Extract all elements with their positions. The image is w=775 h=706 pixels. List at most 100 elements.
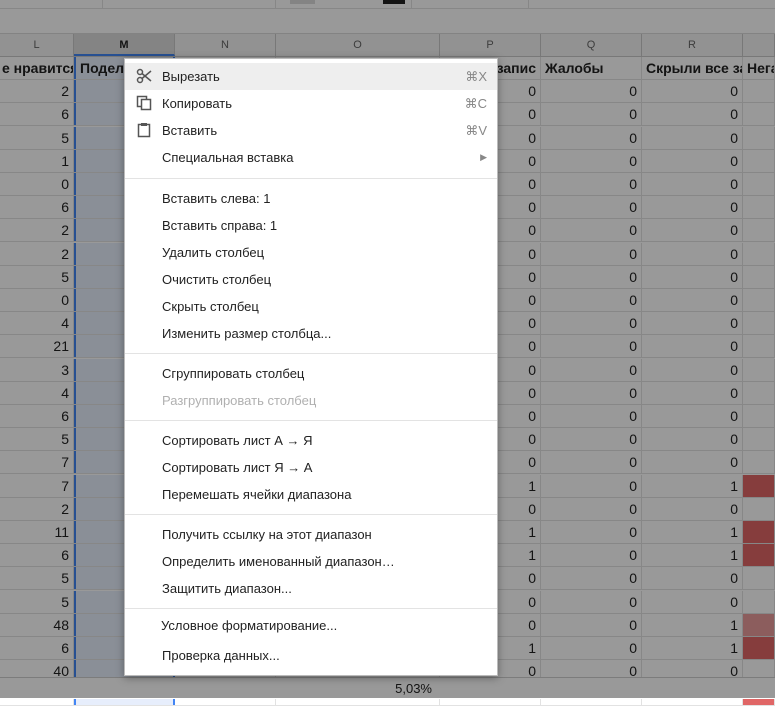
cell-s[interactable] bbox=[743, 428, 775, 450]
cell-s[interactable] bbox=[743, 266, 775, 288]
cell-s[interactable] bbox=[743, 243, 775, 265]
column-header-m[interactable]: M bbox=[74, 34, 175, 56]
column-header-l[interactable]: L bbox=[0, 34, 74, 56]
cell-r[interactable]: 1 bbox=[642, 521, 743, 543]
summary-percent[interactable]: 5,03% bbox=[276, 678, 436, 699]
cell-r[interactable]: 0 bbox=[642, 103, 743, 125]
cell-s[interactable] bbox=[743, 521, 775, 543]
cell-r[interactable]: 0 bbox=[642, 173, 743, 195]
cell-l[interactable]: 11 bbox=[0, 521, 74, 543]
cell-q[interactable]: 0 bbox=[541, 289, 642, 311]
cell-l[interactable]: 0 bbox=[0, 289, 74, 311]
cell-l[interactable]: 6 bbox=[0, 637, 74, 659]
cell-l[interactable]: 1 bbox=[0, 150, 74, 172]
cell-r[interactable]: 0 bbox=[642, 289, 743, 311]
cell-r[interactable]: 1 bbox=[642, 614, 743, 636]
cell-s[interactable] bbox=[743, 451, 775, 473]
cell-s[interactable] bbox=[743, 405, 775, 427]
cell-l[interactable]: 21 bbox=[0, 335, 74, 357]
cell-q[interactable]: 0 bbox=[541, 614, 642, 636]
cell-r[interactable]: 0 bbox=[642, 312, 743, 334]
cell-l[interactable]: 2 bbox=[0, 219, 74, 241]
menu-item-protect-range[interactable]: Защитить диапазон... bbox=[125, 575, 497, 602]
cell-q[interactable]: 0 bbox=[541, 127, 642, 149]
cell-r[interactable]: 1 bbox=[642, 475, 743, 497]
cell-r[interactable]: 0 bbox=[642, 127, 743, 149]
cell-s[interactable] bbox=[743, 498, 775, 520]
cell-l[interactable]: 48 bbox=[0, 614, 74, 636]
cell-q[interactable]: 0 bbox=[541, 405, 642, 427]
cell-l[interactable]: 2 bbox=[0, 498, 74, 520]
cell-q[interactable]: 0 bbox=[541, 219, 642, 241]
cell-r[interactable]: 0 bbox=[642, 428, 743, 450]
cell-l[interactable]: 6 bbox=[0, 196, 74, 218]
cell-l[interactable]: 7 bbox=[0, 475, 74, 497]
menu-item-conditional-formatting[interactable]: Условное форматирование... bbox=[137, 614, 380, 637]
cell-r[interactable]: 0 bbox=[642, 567, 743, 589]
cell-l[interactable]: 0 bbox=[0, 173, 74, 195]
column-header-p[interactable]: P bbox=[440, 34, 541, 56]
cell-l[interactable]: 3 bbox=[0, 359, 74, 381]
cell-l[interactable]: 2 bbox=[0, 243, 74, 265]
cell-l[interactable]: 4 bbox=[0, 382, 74, 404]
cell-q[interactable]: 0 bbox=[541, 243, 642, 265]
column-header-q[interactable]: Q bbox=[541, 34, 642, 56]
header-cell-r[interactable]: Скрыли все за bbox=[642, 57, 743, 79]
cell-r[interactable]: 0 bbox=[642, 196, 743, 218]
cell-q[interactable]: 0 bbox=[541, 150, 642, 172]
cell-r[interactable]: 0 bbox=[642, 150, 743, 172]
cell-s[interactable] bbox=[743, 196, 775, 218]
cell-s[interactable] bbox=[743, 173, 775, 195]
menu-item-paste-special[interactable]: Специальная вставка ▶ bbox=[125, 144, 497, 171]
cell-s[interactable] bbox=[743, 591, 775, 613]
menu-item-hide-column[interactable]: Скрыть столбец bbox=[125, 293, 497, 320]
cell-s[interactable] bbox=[743, 359, 775, 381]
cell-s[interactable] bbox=[743, 475, 775, 497]
cell-r[interactable]: 0 bbox=[642, 335, 743, 357]
cell-s[interactable] bbox=[743, 544, 775, 566]
cell-q[interactable]: 0 bbox=[541, 475, 642, 497]
cell-s[interactable] bbox=[743, 567, 775, 589]
cell-q[interactable]: 0 bbox=[541, 567, 642, 589]
cell-q[interactable]: 0 bbox=[541, 498, 642, 520]
cell-q[interactable]: 0 bbox=[541, 80, 642, 102]
cell-r[interactable]: 0 bbox=[642, 243, 743, 265]
menu-item-delete-column[interactable]: Удалить столбец bbox=[125, 239, 497, 266]
cell-s[interactable] bbox=[743, 382, 775, 404]
cell-q[interactable]: 0 bbox=[541, 521, 642, 543]
cell-r[interactable]: 0 bbox=[642, 359, 743, 381]
cell-s[interactable] bbox=[743, 219, 775, 241]
toolbar-button[interactable] bbox=[290, 0, 315, 4]
menu-item-group-column[interactable]: Сгруппировать столбец bbox=[125, 360, 497, 387]
cell-r[interactable]: 1 bbox=[642, 544, 743, 566]
cell-r[interactable]: 0 bbox=[642, 266, 743, 288]
cell-q[interactable]: 0 bbox=[541, 173, 642, 195]
cell-q[interactable]: 0 bbox=[541, 359, 642, 381]
header-cell-s[interactable]: Нега bbox=[743, 57, 775, 79]
menu-item-paste[interactable]: Вставить ⌘V bbox=[125, 117, 497, 144]
cell-r[interactable]: 0 bbox=[642, 80, 743, 102]
cell-q[interactable]: 0 bbox=[541, 451, 642, 473]
cell-l[interactable]: 6 bbox=[0, 103, 74, 125]
cell-l[interactable]: 5 bbox=[0, 567, 74, 589]
cell-q[interactable]: 0 bbox=[541, 335, 642, 357]
cell-r[interactable]: 0 bbox=[642, 451, 743, 473]
cell-s[interactable] bbox=[743, 637, 775, 659]
menu-item-sort-za[interactable]: Сортировать лист Я → А bbox=[125, 454, 497, 481]
cell-s[interactable] bbox=[743, 614, 775, 636]
menu-item-resize-column[interactable]: Изменить размер столбца... bbox=[125, 320, 497, 347]
cell-s[interactable] bbox=[743, 127, 775, 149]
header-cell-q[interactable]: Жалобы bbox=[541, 57, 642, 79]
cell-q[interactable]: 0 bbox=[541, 312, 642, 334]
column-header-n[interactable]: N bbox=[175, 34, 276, 56]
cell-l[interactable]: 5 bbox=[0, 127, 74, 149]
menu-item-insert-right[interactable]: Вставить справа: 1 bbox=[125, 212, 497, 239]
cell-l[interactable]: 5 bbox=[0, 266, 74, 288]
cell-q[interactable]: 0 bbox=[541, 544, 642, 566]
cell-l[interactable]: 2 bbox=[0, 80, 74, 102]
cell-q[interactable]: 0 bbox=[541, 266, 642, 288]
cell-s[interactable] bbox=[743, 289, 775, 311]
column-header-o[interactable]: O bbox=[276, 34, 440, 56]
menu-item-get-link[interactable]: Получить ссылку на этот диапазон bbox=[125, 521, 497, 548]
menu-item-insert-left[interactable]: Вставить слева: 1 bbox=[125, 185, 497, 212]
